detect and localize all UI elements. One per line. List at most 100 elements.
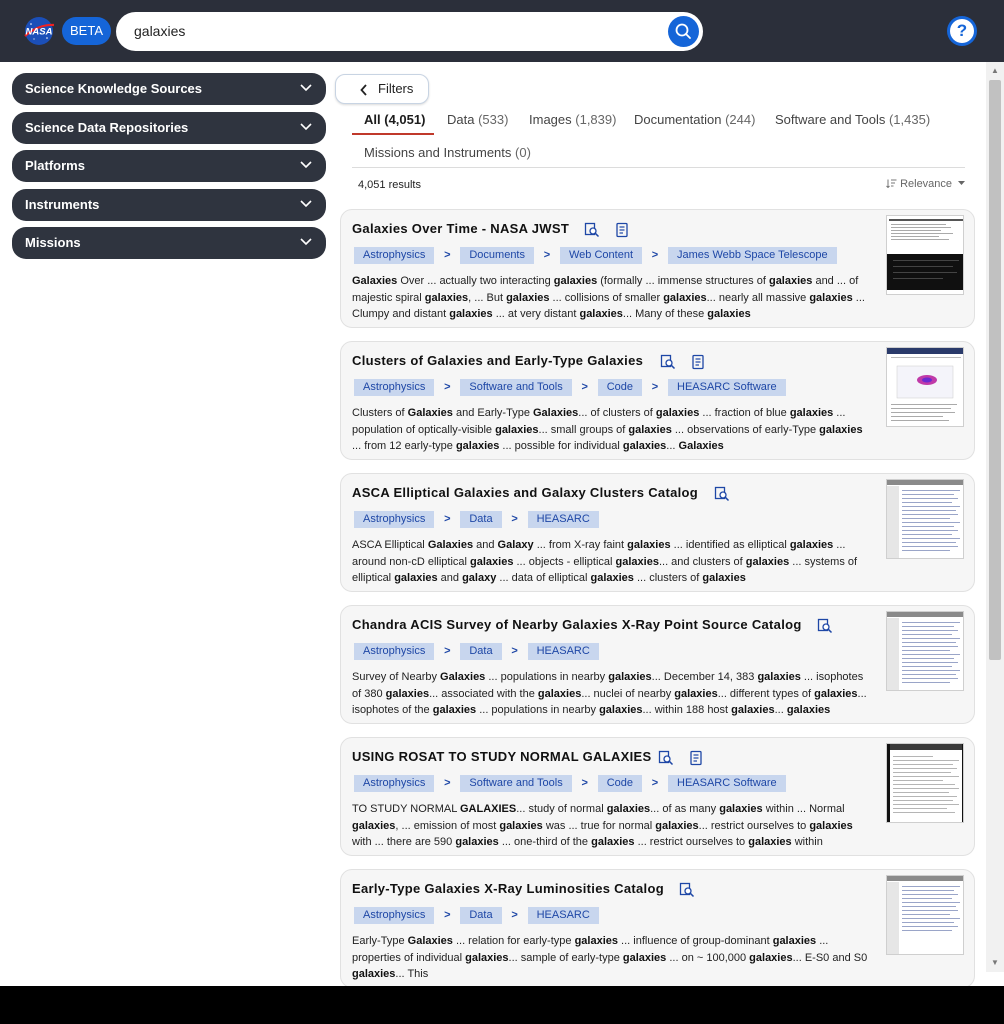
breadcrumb-chip[interactable]: Astrophysics [354, 511, 435, 528]
breadcrumb-separator: > [511, 513, 518, 525]
result-card[interactable]: Chandra ACIS Survey of Nearby Galaxies X… [340, 605, 975, 724]
result-card[interactable]: Clusters of Galaxies and Early-Type Gala… [340, 341, 975, 460]
tab-documentation[interactable]: Documentation (244) [634, 112, 755, 128]
sidebar-item-missions[interactable]: Missions [12, 227, 326, 259]
result-actions [714, 485, 740, 503]
result-thumbnail[interactable] [886, 347, 964, 427]
tab-images[interactable]: Images (1,839) [529, 112, 616, 128]
result-thumbnail[interactable] [886, 479, 964, 559]
breadcrumb-separator: > [444, 645, 451, 657]
result-thumbnail[interactable] [886, 875, 964, 955]
preview-search-icon[interactable] [584, 222, 600, 238]
breadcrumb-separator: > [444, 513, 451, 525]
breadcrumb-chip[interactable]: Code [597, 775, 643, 792]
result-card[interactable]: USING ROSAT TO STUDY NORMAL GALAXIES Ast… [340, 737, 975, 856]
result-title[interactable]: Early-Type Galaxies X-Ray Luminosities C… [352, 881, 664, 896]
result-actions [660, 353, 716, 371]
help-button[interactable]: ? [947, 16, 977, 46]
preview-search-icon[interactable] [817, 618, 833, 634]
document-icon[interactable] [614, 222, 630, 238]
tab-count: (1,435) [888, 112, 931, 127]
breadcrumb-chip[interactable]: Code [597, 379, 643, 396]
breadcrumb-chip[interactable]: Astrophysics [354, 247, 435, 264]
result-title[interactable]: Chandra ACIS Survey of Nearby Galaxies X… [352, 617, 802, 632]
scroll-down-arrow-icon[interactable]: ▼ [991, 958, 999, 967]
chevron-down-icon [300, 238, 312, 246]
caret-down-icon [958, 181, 966, 185]
breadcrumb-chip[interactable]: Astrophysics [354, 775, 435, 792]
breadcrumb-chip[interactable]: Astrophysics [354, 643, 435, 660]
breadcrumb-chip[interactable]: HEASARC [527, 511, 599, 528]
tab-all[interactable]: All (4,051) [364, 112, 425, 128]
filters-button[interactable]: Filters [335, 74, 429, 104]
tab-count: (533) [478, 112, 509, 127]
result-card[interactable]: Early-Type Galaxies X-Ray Luminosities C… [340, 869, 975, 986]
results-count: 4,051 results [358, 179, 421, 191]
sidebar-item-science-knowledge-sources[interactable]: Science Knowledge Sources [12, 73, 326, 105]
result-breadcrumb: Astrophysics > Software and Tools > Code > HEA… [354, 377, 786, 396]
breadcrumb-chip[interactable]: HEASARC Software [668, 379, 786, 396]
breadcrumb-chip[interactable]: Software and Tools [460, 379, 572, 396]
breadcrumb-separator: > [511, 909, 518, 921]
breadcrumb-chip[interactable]: Data [460, 511, 502, 528]
breadcrumb-chip[interactable]: HEASARC [527, 907, 599, 924]
result-title[interactable]: Galaxies Over Time - NASA JWST [352, 221, 569, 236]
tab-missions-and-instruments[interactable]: Missions and Instruments (0) [364, 145, 531, 161]
breadcrumb-separator: > [511, 645, 518, 657]
result-title[interactable]: Clusters of Galaxies and Early-Type Gala… [352, 353, 643, 368]
breadcrumb-chip[interactable]: Astrophysics [354, 907, 435, 924]
tab-label: Images [529, 112, 572, 127]
nasa-logo[interactable]: NASA [22, 16, 56, 46]
search-input[interactable]: galaxies [134, 12, 185, 51]
result-snippet: Survey of Nearby Galaxies ... population… [352, 671, 867, 716]
sidebar-item-label: Missions [25, 235, 81, 250]
breadcrumb-chip[interactable]: Data [460, 907, 502, 924]
sidebar-item-label: Science Data Repositories [25, 120, 189, 135]
tab-label: Missions and Instruments [364, 145, 512, 160]
result-card[interactable]: Galaxies Over Time - NASA JWST Astrophys… [340, 209, 975, 328]
sort-dropdown[interactable]: Relevance [886, 178, 966, 190]
result-title[interactable]: ASCA Elliptical Galaxies and Galaxy Clus… [352, 485, 698, 500]
document-icon[interactable] [688, 750, 704, 766]
document-icon[interactable] [690, 354, 706, 370]
chevron-down-icon [300, 123, 312, 131]
sidebar-item-platforms[interactable]: Platforms [12, 150, 326, 182]
breadcrumb-chip[interactable]: HEASARC Software [668, 775, 786, 792]
tab-software-and-tools[interactable]: Software and Tools (1,435) [775, 112, 930, 128]
breadcrumb-separator: > [651, 777, 659, 789]
result-actions [679, 881, 705, 899]
breadcrumb-chip[interactable]: Astrophysics [354, 379, 435, 396]
tab-data[interactable]: Data (533) [447, 112, 508, 128]
scrollbar-thumb[interactable] [989, 80, 1001, 660]
result-thumbnail[interactable] [886, 215, 964, 295]
result-snippet: TO STUDY NORMAL GALAXIES... study of nor… [352, 803, 853, 848]
sidebar-item-science-data-repositories[interactable]: Science Data Repositories [12, 112, 326, 144]
tab-label: All [364, 112, 381, 127]
scrollbar[interactable]: ▲ ▼ [986, 62, 1004, 972]
search-button[interactable] [668, 16, 699, 47]
search-icon [675, 23, 691, 39]
breadcrumb-chip[interactable]: Documents [460, 247, 534, 264]
breadcrumb-chip[interactable]: Software and Tools [460, 775, 572, 792]
breadcrumb-chip[interactable]: James Webb Space Telescope [668, 247, 837, 264]
result-card[interactable]: ASCA Elliptical Galaxies and Galaxy Clus… [340, 473, 975, 592]
preview-search-icon[interactable] [660, 354, 676, 370]
result-snippet: Early-Type Galaxies ... relation for ear… [352, 935, 868, 980]
scroll-up-arrow-icon[interactable]: ▲ [991, 66, 999, 75]
breadcrumb-separator: > [543, 249, 551, 261]
preview-search-icon[interactable] [658, 750, 674, 766]
result-breadcrumb: Astrophysics > Software and Tools > Code > HEA… [354, 773, 786, 792]
result-thumbnail[interactable] [886, 743, 964, 823]
preview-search-icon[interactable] [679, 882, 695, 898]
preview-search-icon[interactable] [714, 486, 730, 502]
breadcrumb-chip[interactable]: HEASARC [527, 643, 599, 660]
tab-count: (1,839) [575, 112, 617, 127]
sidebar-item-instruments[interactable]: Instruments [12, 189, 326, 221]
breadcrumb-chip[interactable]: Data [460, 643, 502, 660]
breadcrumb-separator: > [651, 381, 659, 393]
breadcrumb-chip[interactable]: Web Content [560, 247, 643, 264]
result-title[interactable]: USING ROSAT TO STUDY NORMAL GALAXIES [352, 749, 651, 764]
tab-count: (4,051) [384, 112, 426, 127]
result-thumbnail[interactable] [886, 611, 964, 691]
sidebar-item-label: Science Knowledge Sources [25, 81, 203, 96]
